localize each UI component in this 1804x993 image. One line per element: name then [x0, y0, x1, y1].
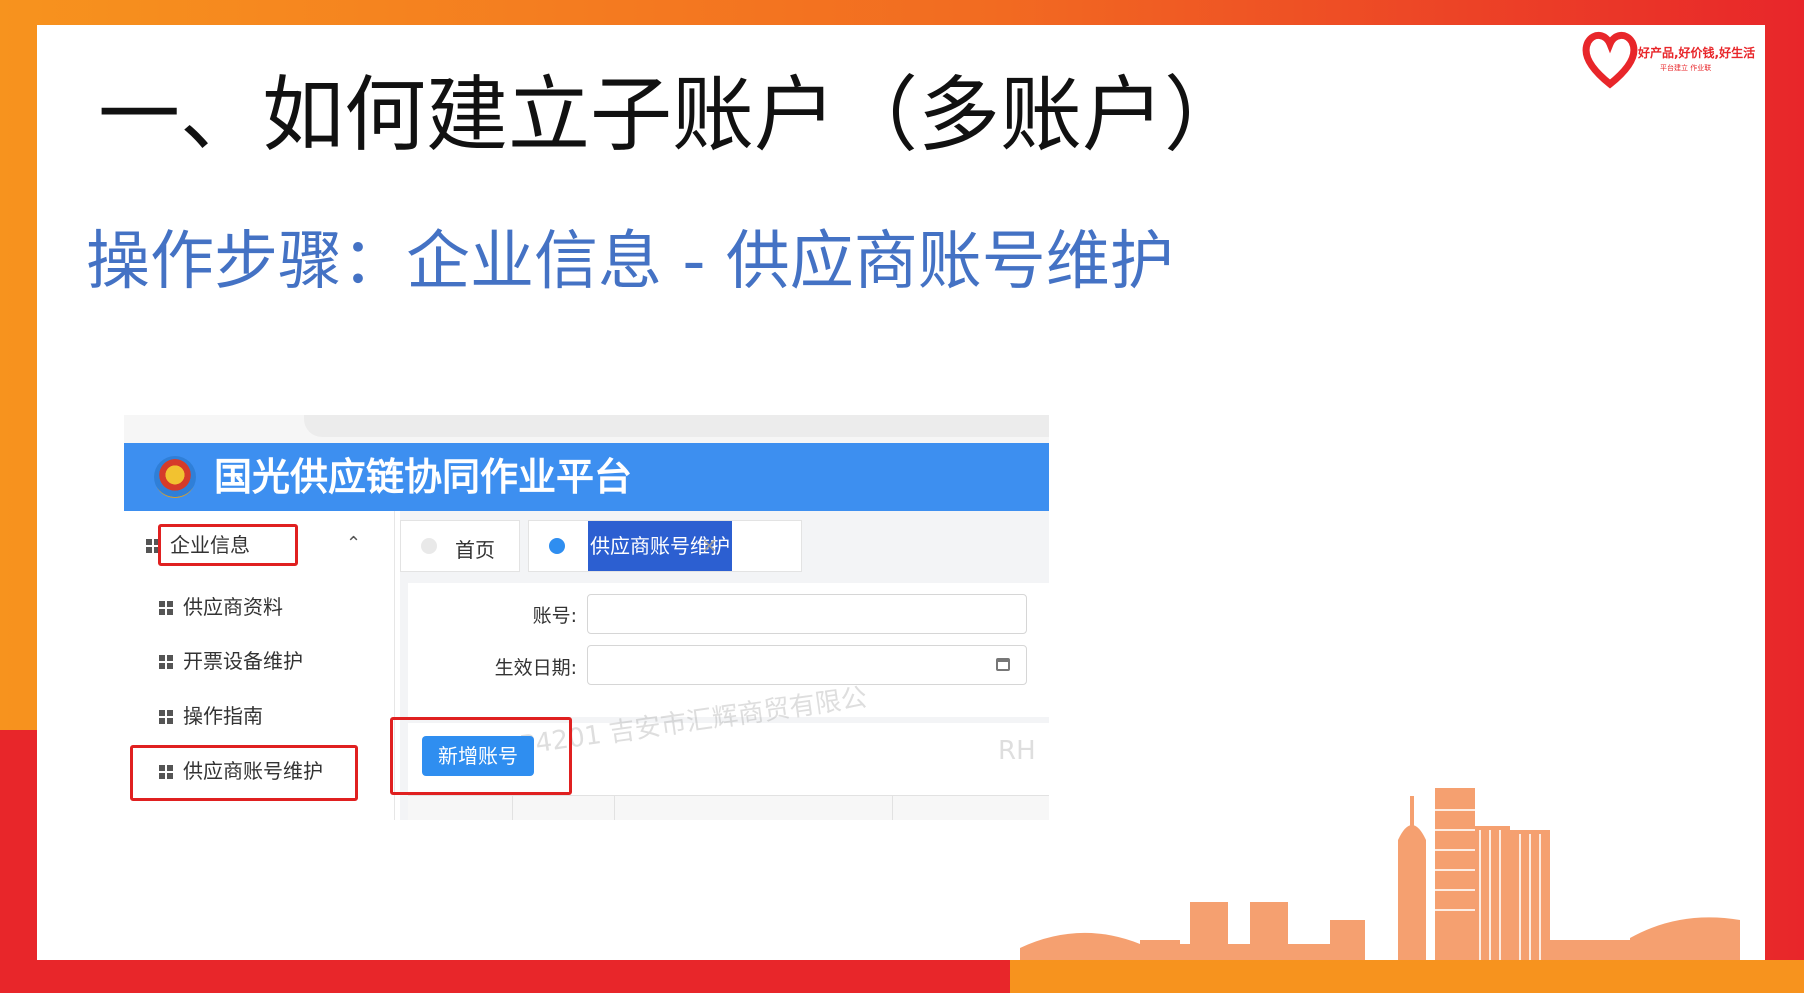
slide: 好产品,好价钱,好生活 平台建立 作业联 一、如何建立子账户（多账户） 操作步骤… [0, 0, 1804, 993]
search-panel: 账号: 生效日期: P4201 吉安市汇辉商贸有限公 RH 新增账号 [390, 583, 1049, 820]
sidebar: 企业信息 ⌃ 供应商资料 开票设备维护 操作指南 供应商账号维护 [124, 511, 395, 820]
city-skyline-decoration [1020, 788, 1740, 960]
address-bar[interactable] [304, 415, 1049, 437]
highlight-box-group [158, 524, 298, 566]
close-icon[interactable]: × [701, 533, 718, 557]
tab-home[interactable]: 首页 [400, 520, 520, 572]
app-logo-icon [154, 456, 196, 498]
grid-icon [159, 655, 173, 669]
highlight-box-account-item [130, 745, 358, 801]
main-content: 首页 供应商账号维护 × 账号: 生效日期: P4201 吉安市汇辉商贸有限公 … [390, 511, 1049, 820]
effective-date-label: 生效日期: [494, 657, 577, 679]
grid-icon [159, 601, 173, 615]
heart-logo-icon [1582, 32, 1638, 89]
logo-subtext: 平台建立 作业联 [1660, 64, 1712, 72]
slide-subtitle: 操作步骤：企业信息 - 供应商账号维护 [86, 225, 1174, 299]
sidebar-item-supplier-info[interactable]: 供应商资料 [159, 591, 283, 620]
highlight-box-add-button [390, 717, 572, 795]
calendar-icon [996, 658, 1010, 671]
sidebar-item-label: 开票设备维护 [183, 649, 303, 673]
column-divider [512, 796, 513, 820]
sidebar-item-label: 供应商资料 [183, 595, 283, 619]
app-title: 国光供应链协同作业平台 [214, 455, 633, 499]
column-divider [614, 796, 615, 820]
account-label: 账号: [532, 605, 577, 627]
slide-title: 一、如何建立子账户（多账户） [98, 68, 1247, 163]
sidebar-item-guide[interactable]: 操作指南 [159, 700, 263, 729]
sidebar-item-label: 操作指南 [183, 704, 263, 728]
tab-label: 首页 [455, 538, 495, 562]
effective-date-input[interactable] [587, 645, 1027, 685]
account-input[interactable] [587, 594, 1027, 634]
browser-toolbar [124, 415, 1049, 443]
tab-dot-icon [421, 538, 437, 554]
grid-icon [159, 710, 173, 724]
tab-dot-icon [549, 538, 565, 554]
table-header [408, 795, 1049, 820]
sidebar-item-invoice-device[interactable]: 开票设备维护 [159, 645, 303, 674]
column-divider [892, 796, 893, 820]
watermark: RH [998, 736, 1036, 766]
tab-supplier-account[interactable]: 供应商账号维护 × [528, 520, 802, 572]
app-header: 国光供应链协同作业平台 [124, 443, 1049, 511]
logo-slogan: 好产品,好价钱,好生活 [1638, 46, 1756, 60]
chevron-up-icon[interactable]: ⌃ [346, 533, 361, 554]
bottom-bar [0, 960, 1804, 993]
embedded-screenshot: 国光供应链协同作业平台 企业信息 ⌃ 供应商资料 开票设备维护 操作指南 供应商… [124, 415, 1049, 820]
